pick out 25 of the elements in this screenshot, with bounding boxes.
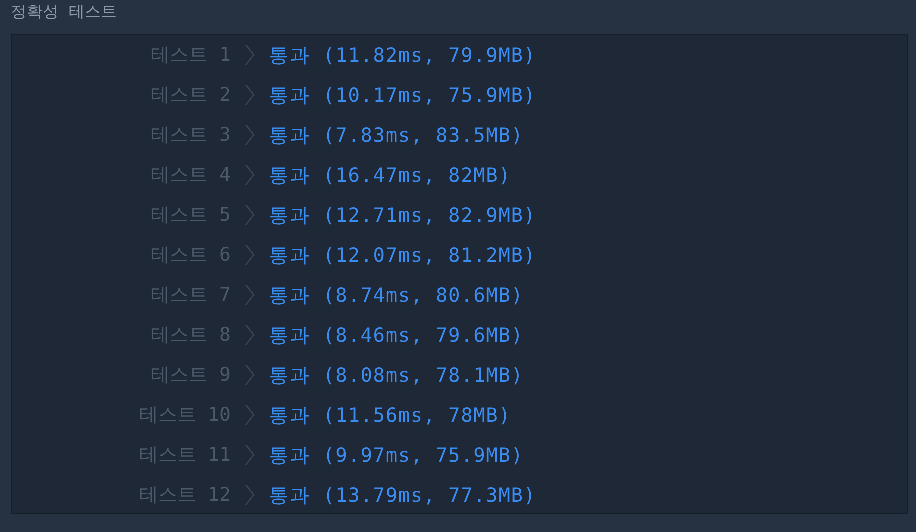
- chevron-icon: [245, 124, 255, 146]
- chevron-icon: [245, 84, 255, 106]
- test-result: 통과 (12.71ms, 82.9MB): [269, 202, 536, 228]
- chevron-icon: [245, 404, 255, 426]
- test-result: 통과 (16.47ms, 82MB): [269, 162, 512, 188]
- test-result: 통과 (11.82ms, 79.9MB): [269, 42, 536, 68]
- chevron-icon: [245, 284, 255, 306]
- chevron-icon: [245, 324, 255, 346]
- test-result: 통과 (10.17ms, 75.9MB): [269, 82, 536, 108]
- test-result: 통과 (11.56ms, 78MB): [269, 402, 512, 428]
- test-result: 통과 (7.83ms, 83.5MB): [269, 122, 524, 148]
- chevron-icon: [245, 444, 255, 466]
- chevron-icon: [245, 244, 255, 266]
- chevron-icon: [245, 44, 255, 66]
- section-title: 정확성 테스트: [11, 1, 118, 23]
- test-result: 통과 (12.07ms, 81.2MB): [269, 242, 536, 268]
- chevron-icon: [245, 164, 255, 186]
- chevron-icon: [245, 204, 255, 226]
- test-result: 통과 (13.79ms, 77.3MB): [269, 482, 536, 508]
- chevron-icon: [245, 484, 255, 506]
- chevron-icon: [245, 364, 255, 386]
- test-result: 통과 (9.97ms, 75.9MB): [269, 442, 524, 468]
- test-result: 통과 (8.46ms, 79.6MB): [269, 322, 524, 348]
- test-result: 통과 (8.74ms, 80.6MB): [269, 282, 524, 308]
- test-result: 통과 (8.08ms, 78.1MB): [269, 362, 524, 388]
